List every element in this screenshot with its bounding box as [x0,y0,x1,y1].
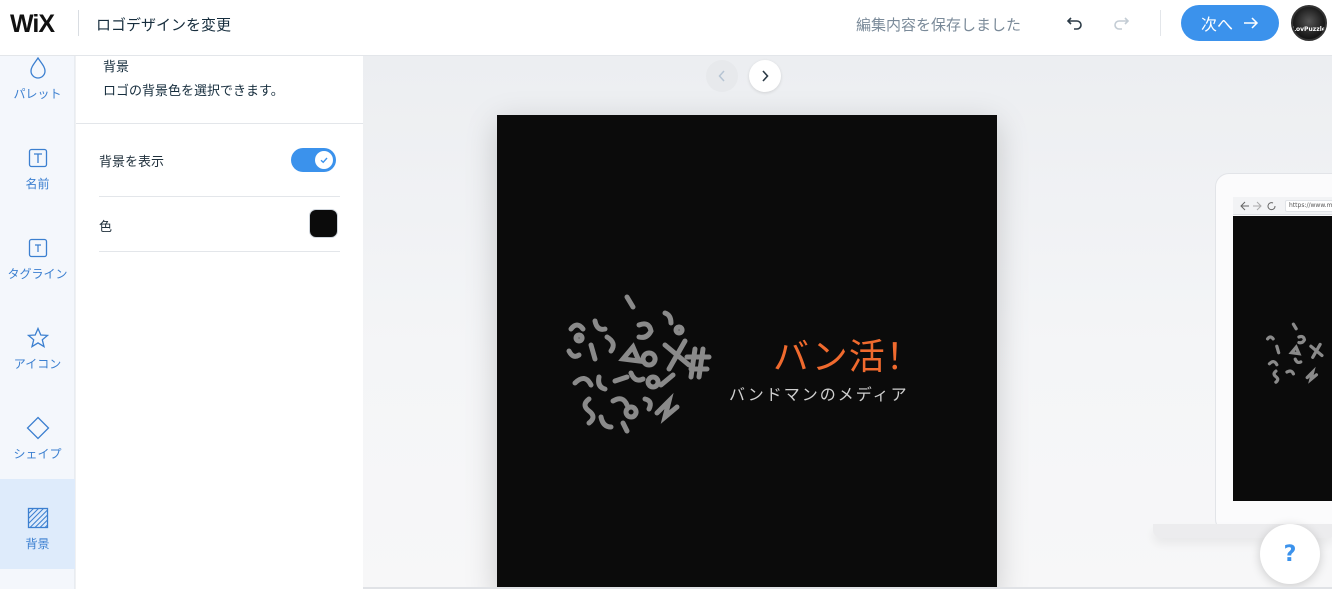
tool-rail: パレット 名前 タグライン アイコン シェイプ 背景 [0,56,75,589]
redo-button[interactable] [1108,10,1134,36]
browser-url: https://www.my [1285,200,1332,212]
color-swatch[interactable] [309,209,338,238]
star-icon [26,326,50,350]
rail-item-label: 背景 [25,537,50,551]
show-background-label: 背景を表示 [99,155,165,170]
rail-item-label: アイコン [13,357,62,371]
header-divider [1160,10,1161,36]
hatched-square-icon [26,506,50,530]
show-background-toggle[interactable] [291,148,336,172]
text-box-icon [26,146,50,170]
brand-tagline: バンドマンのメディア [729,385,909,404]
chevron-left-icon [718,70,725,82]
rail-item-icon[interactable]: アイコン [0,326,75,416]
help-button[interactable]: ? [1260,524,1320,584]
arrow-right-icon [1244,17,1259,29]
rail-item-palette[interactable]: パレット [0,56,75,146]
panel-title: 背景 [103,60,130,75]
next-button[interactable]: 次へ [1181,5,1279,41]
confetti-logo-icon [566,294,712,434]
rail-item-label: シェイプ [13,447,62,461]
rail-item-label: パレット [13,87,62,101]
user-avatar[interactable]: LovPuzzle [1291,5,1327,41]
rail-item-label: 名前 [25,177,50,191]
next-preview-button[interactable] [749,60,781,92]
redo-icon [1114,17,1130,30]
laptop-screen-preview [1233,216,1332,501]
text-box-icon [26,236,50,260]
rail-item-tagline[interactable]: タグライン [0,236,75,326]
color-label: 色 [99,220,113,235]
undo-icon [1066,17,1082,30]
brand-name: バン活！ [773,337,923,378]
rail-item-label: タグライン [7,267,68,281]
preview-canvas: バン活！ バンドマンのメディア https://www.my ? [363,56,1332,589]
save-status: 編集内容を保存しました [856,16,1022,34]
check-icon [320,157,328,164]
previous-preview-button[interactable] [706,60,738,92]
page-title: ロゴデザインを変更 [96,16,232,34]
diamond-icon [26,416,50,440]
logo-preview: バン活！ バンドマンのメディア [497,115,997,589]
browser-nav-icons [1240,201,1276,211]
wix-logo[interactable]: WiX [10,10,55,38]
drop-icon [26,56,50,80]
panel-divider [76,123,363,124]
row-divider [99,251,340,252]
rail-item-name[interactable]: 名前 [0,146,75,236]
browser-bar: https://www.my [1233,197,1332,215]
toggle-knob [315,151,333,169]
chevron-right-icon [762,70,769,82]
confetti-logo-icon [1265,322,1324,384]
top-bar: WiX ロゴデザインを変更 編集内容を保存しました 次へ LovPuzzle [0,0,1332,56]
row-divider [99,196,340,197]
next-button-label: 次へ [1200,15,1233,34]
header-divider [78,10,79,36]
panel-description: ロゴの背景色を選択できます。 [103,84,284,99]
avatar-text: LovPuzzle [1292,26,1326,33]
rail-item-background[interactable]: 背景 [0,479,75,569]
undo-button[interactable] [1062,10,1088,36]
background-settings-panel: 背景 ロゴの背景色を選択できます。 背景を表示 色 [76,56,363,589]
